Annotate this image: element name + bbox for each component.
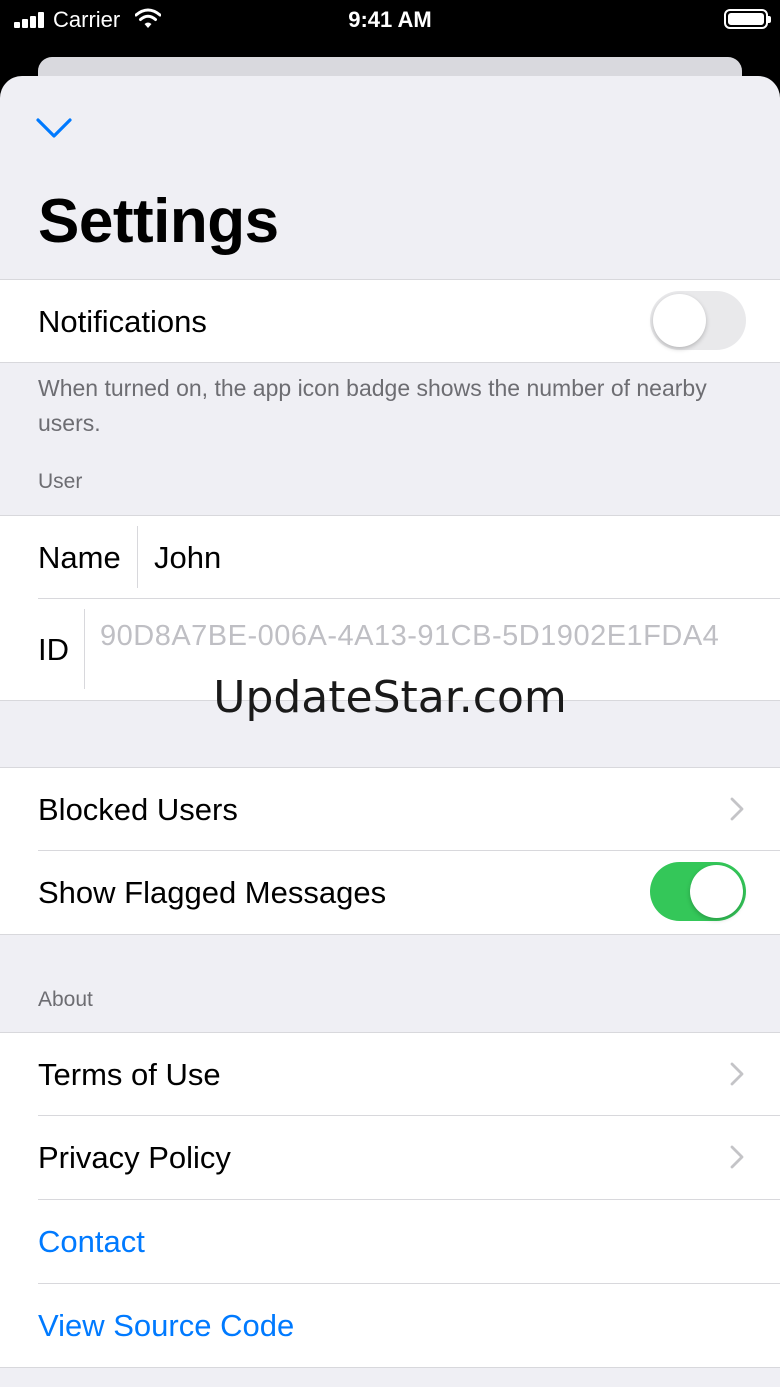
user-section-header: User [38,470,83,493]
privacy-label: Privacy Policy [38,1140,231,1175]
contact-link[interactable]: Contact [38,1200,145,1283]
show-flagged-row: Show Flagged Messages [0,851,780,934]
name-row: Name John [0,516,780,599]
chevron-right-icon [730,1062,744,1086]
about-section-header: About [38,988,93,1011]
blocked-users-row[interactable]: Blocked Users [0,768,780,851]
contact-row[interactable]: Contact [0,1200,780,1283]
chevron-down-icon[interactable] [34,112,74,144]
battery-icon [724,9,771,29]
notifications-label: Notifications [38,304,207,339]
notifications-toggle[interactable] [650,291,746,350]
page-title: Settings [38,187,279,256]
terms-row[interactable]: Terms of Use [0,1033,780,1116]
status-time: 9:41 AM [348,7,432,32]
privacy-row[interactable]: Privacy Policy [0,1116,780,1199]
toggle-knob [653,294,706,347]
name-label: Name [38,540,121,575]
status-bar: Carrier 9:41 AM [0,0,780,40]
view-source-link[interactable]: View Source Code [38,1284,294,1367]
notifications-row: Notifications [0,280,780,363]
chevron-right-icon [730,797,744,821]
name-field[interactable]: John [154,516,221,599]
notifications-group: Notifications [0,279,780,363]
about-group: Terms of Use Privacy Policy Contact View… [0,1032,780,1368]
id-value: 90D8A7BE-006A-4A13-91CB-5D1902E1FDA4 [100,620,720,652]
toggle-knob [690,865,743,918]
chevron-right-icon [730,1145,744,1169]
settings-sheet: Settings Notifications When turned on, t… [0,76,780,1387]
show-flagged-toggle[interactable] [650,862,746,921]
source-code-row[interactable]: View Source Code [0,1284,780,1367]
watermark: UpdateStar.com [213,672,567,723]
divider [137,526,138,588]
notifications-footer: When turned on, the app icon badge shows… [38,375,707,436]
blocked-users-label: Blocked Users [38,792,238,827]
show-flagged-label: Show Flagged Messages [38,875,387,910]
options-group: Blocked Users Show Flagged Messages [0,767,780,935]
terms-label: Terms of Use [38,1057,221,1092]
